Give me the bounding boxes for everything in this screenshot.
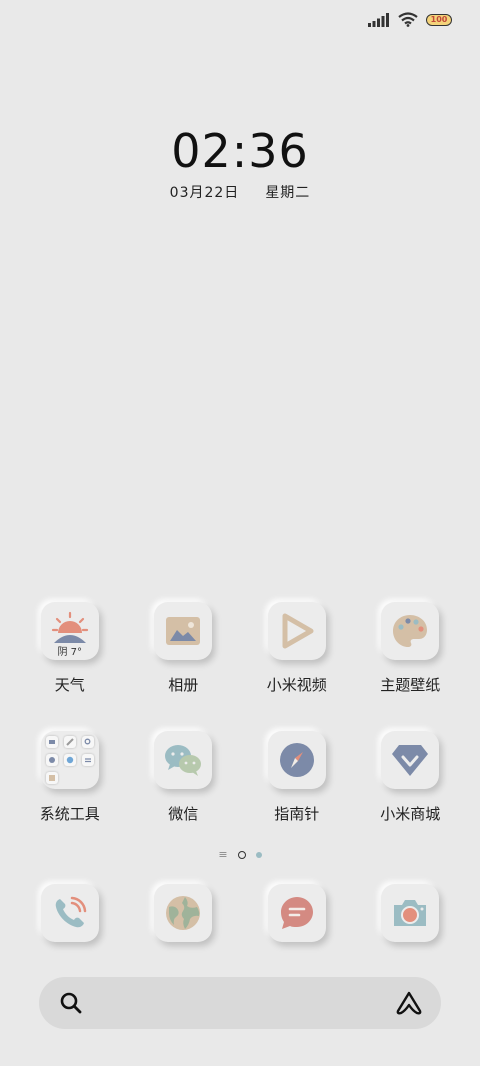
search-icon[interactable] (59, 991, 83, 1015)
browser-globe-icon (166, 896, 201, 930)
dock-camera[interactable] (354, 884, 468, 942)
weather-badge: 阴 7° (57, 647, 83, 658)
app-tile[interactable] (40, 731, 99, 789)
app-themes[interactable]: 主题壁纸 (354, 602, 468, 695)
app-weather[interactable]: 阴 7° 天气 (13, 602, 127, 695)
menu-lines-icon[interactable]: ≡ (218, 848, 227, 861)
mini-app-icon (63, 754, 76, 766)
message-icon (280, 897, 313, 929)
app-label: 小米视频 (266, 676, 327, 694)
clock-time: 02:36 (171, 124, 309, 178)
app-tile[interactable] (381, 602, 440, 660)
app-tile[interactable] (154, 602, 213, 660)
wechat-icon (165, 745, 202, 776)
app-tile[interactable] (381, 731, 440, 789)
app-tile[interactable]: 阴 7° (40, 602, 99, 660)
app-tools-folder[interactable]: 系统工具 (13, 731, 127, 824)
app-mi-store[interactable]: 小米商城 (354, 731, 468, 824)
app-label: 主题壁纸 (380, 676, 441, 694)
app-label: 天气 (54, 676, 85, 694)
mini-app-icon (63, 736, 76, 748)
app-tile[interactable] (40, 884, 99, 942)
page-indicator[interactable]: ≡ (0, 848, 480, 861)
dock-browser[interactable] (127, 884, 241, 942)
clock-date-row: 03月22日 星期二 (0, 182, 480, 202)
clock-widget[interactable]: 02:36 03月22日 星期二 (0, 124, 480, 202)
dock (13, 884, 467, 942)
signal-icon (368, 12, 389, 27)
app-tile[interactable] (154, 731, 213, 789)
wifi-icon (398, 12, 418, 27)
app-tile[interactable] (154, 884, 213, 942)
phone-icon (55, 896, 86, 928)
app-tile[interactable] (267, 884, 326, 942)
assistant-icon[interactable] (395, 990, 423, 1016)
mini-app-icon (45, 772, 58, 784)
app-wechat[interactable]: 微信 (127, 731, 241, 824)
search-bar[interactable] (39, 977, 441, 1029)
dock-phone[interactable] (13, 884, 127, 942)
mini-app-icon (81, 754, 94, 766)
compass-icon (279, 743, 314, 777)
app-gallery[interactable]: 相册 (127, 602, 241, 695)
camera-icon (394, 900, 427, 926)
mi-store-icon (392, 745, 429, 776)
app-tile[interactable] (381, 884, 440, 942)
dock-messages[interactable] (240, 884, 354, 942)
battery-icon: 100 (426, 13, 452, 26)
tools-folder-icon (45, 736, 94, 784)
page-dot[interactable] (255, 851, 262, 858)
mini-app-icon (45, 754, 58, 766)
app-tile[interactable] (267, 731, 326, 789)
mini-app-icon (45, 736, 58, 748)
home-screen: 100 02:36 03月22日 星期二 阴 7° 天气 相册 小米视频 主题壁… (0, 0, 480, 1066)
app-label: 指南针 (274, 805, 320, 823)
video-play-icon (282, 613, 314, 649)
clock-date: 03月22日 (169, 185, 240, 201)
app-label: 小米商城 (380, 805, 441, 823)
gallery-icon (166, 617, 201, 645)
app-row-2: 系统工具 微信 指南针 小米商城 (13, 731, 467, 824)
mini-app-icon (81, 736, 94, 748)
app-row-1: 阴 7° 天气 相册 小米视频 主题壁纸 (13, 602, 467, 695)
battery-level: 100 (430, 15, 448, 24)
app-label: 微信 (168, 805, 199, 823)
app-tile[interactable] (267, 602, 326, 660)
app-mi-video[interactable]: 小米视频 (240, 602, 354, 695)
status-bar: 100 (368, 12, 452, 27)
app-label: 相册 (168, 676, 199, 694)
app-compass[interactable]: 指南针 (240, 731, 354, 824)
page-dot-current[interactable] (237, 850, 246, 859)
app-label: 系统工具 (39, 805, 100, 823)
palette-icon (393, 615, 428, 647)
clock-weekday: 星期二 (265, 185, 311, 201)
